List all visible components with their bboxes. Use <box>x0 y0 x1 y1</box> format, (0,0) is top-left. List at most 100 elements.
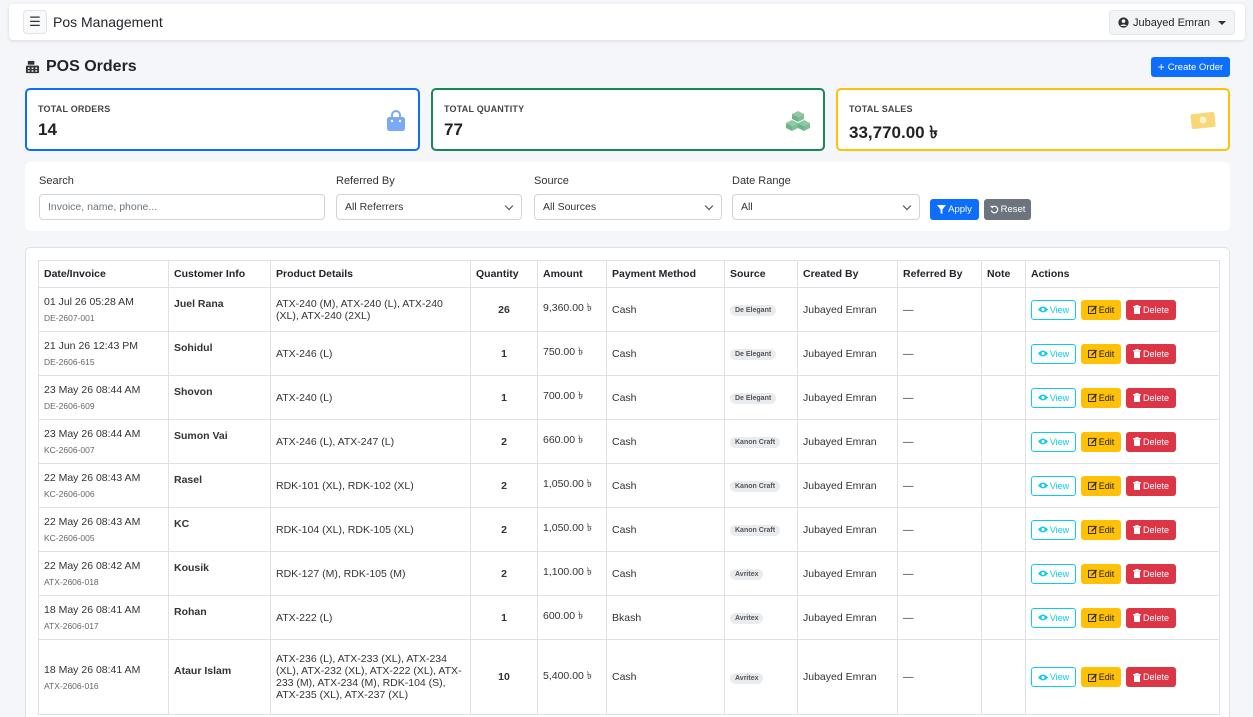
edit-icon <box>1087 613 1097 622</box>
create-order-button[interactable]: + Create Order <box>1151 57 1230 77</box>
delete-button[interactable]: Delete <box>1126 607 1176 628</box>
amount: 660.00 ৳ <box>537 419 607 464</box>
delete-button[interactable]: Delete <box>1126 431 1176 452</box>
delete-button[interactable]: Delete <box>1126 343 1176 364</box>
created-by: Jubayed Emran <box>797 331 898 376</box>
delete-button[interactable]: Delete <box>1126 667 1176 687</box>
order-date: 18 May 26 08:41 AM <box>44 604 141 616</box>
product-details: ATX-246 (L), ATX-247 (L) <box>270 419 471 464</box>
col-amount[interactable]: Amount <box>537 260 607 288</box>
edit-button[interactable]: Edit <box>1081 667 1121 687</box>
edit-button[interactable]: Edit <box>1081 475 1121 496</box>
apply-button[interactable]: Apply <box>930 199 979 220</box>
view-button[interactable]: View <box>1031 519 1076 540</box>
payment-method: Cash <box>606 419 725 464</box>
col-actions: Actions <box>1025 260 1220 288</box>
col-product-details[interactable]: Product Details <box>270 260 471 288</box>
col-source[interactable]: Source <box>724 260 798 288</box>
edit-button[interactable]: Edit <box>1081 607 1121 628</box>
view-button[interactable]: View <box>1031 343 1076 364</box>
edit-button[interactable]: Edit <box>1081 563 1121 584</box>
view-button[interactable]: View <box>1031 299 1076 320</box>
date-range-label: Date Range <box>732 175 791 187</box>
edit-button[interactable]: Edit <box>1081 299 1121 320</box>
eye-icon <box>1037 526 1048 533</box>
delete-button[interactable]: Delete <box>1126 387 1176 408</box>
plus-icon: + <box>1157 60 1165 74</box>
caret-down-icon <box>1218 20 1226 25</box>
search-input[interactable]: Invoice, name, phone... <box>39 194 325 220</box>
edit-label: Edit <box>1098 568 1115 579</box>
amount: 1,050.00 ৳ <box>537 463 607 508</box>
edit-button[interactable]: Edit <box>1081 387 1121 408</box>
chevron-down-icon <box>504 201 514 211</box>
date-invoice-cell: 22 May 26 08:43 AM KC-2606-005 <box>38 507 169 552</box>
view-label: View <box>1049 480 1070 491</box>
source-badge: De Elegant <box>730 393 777 404</box>
view-button[interactable]: View <box>1031 475 1076 496</box>
user-dropdown[interactable]: Jubayed Emran <box>1108 10 1235 35</box>
view-button[interactable]: View <box>1031 667 1076 687</box>
table-row: 23 May 26 08:44 AM KC-2606-007 Sumon Vai AT… <box>38 419 1220 464</box>
referred-by: — <box>897 507 982 552</box>
date-invoice-cell: 21 Jun 26 12:43 PM DE-2606-615 <box>38 331 169 376</box>
view-label: View <box>1049 568 1070 579</box>
invoice-number: ATX-2606-018 <box>44 577 99 587</box>
source-select[interactable]: All Sources <box>534 194 722 220</box>
invoice-number: KC-2606-007 <box>44 445 95 455</box>
delete-button[interactable]: Delete <box>1126 475 1176 496</box>
date-range-select[interactable]: All <box>732 194 920 220</box>
note <box>981 419 1026 464</box>
view-button[interactable]: View <box>1031 607 1076 628</box>
delete-button[interactable]: Delete <box>1126 519 1176 540</box>
product-details: ATX-246 (L) <box>270 331 471 376</box>
col-customer-info[interactable]: Customer Info <box>168 260 271 288</box>
referred-by-value: All Referrers <box>345 201 404 213</box>
product-details: ATX-240 (M), ATX-240 (L), ATX-240 (XL), … <box>270 287 471 332</box>
col-date-invoice[interactable]: Date/Invoice <box>38 260 169 288</box>
col-created-by[interactable]: Created By <box>797 260 898 288</box>
apply-label: Apply <box>948 204 972 215</box>
eye-icon <box>1037 614 1048 621</box>
edit-button[interactable]: Edit <box>1081 431 1121 452</box>
delete-label: Delete <box>1142 436 1169 447</box>
delete-label: Delete <box>1142 524 1169 535</box>
customer-name: Ataur Islam <box>174 665 232 677</box>
quantity: 26 <box>470 287 538 332</box>
view-button[interactable]: View <box>1031 431 1076 452</box>
total-sales-card: TOTAL SALES 33,770.00 ৳ <box>836 88 1230 151</box>
edit-label: Edit <box>1098 436 1115 447</box>
total-quantity-label: TOTAL QUANTITY <box>444 104 525 114</box>
eye-icon <box>1037 394 1048 401</box>
edit-icon <box>1087 481 1097 490</box>
view-button[interactable]: View <box>1031 387 1076 408</box>
quantity: 1 <box>470 375 538 420</box>
view-button[interactable]: View <box>1031 563 1076 584</box>
top-navbar: ☰ Pos Management Jubayed Emran <box>9 4 1245 40</box>
col-note[interactable]: Note <box>981 260 1026 288</box>
edit-icon <box>1087 305 1097 314</box>
note <box>981 595 1026 640</box>
col-quantity[interactable]: Quantity <box>470 260 538 288</box>
hamburger-menu-icon[interactable]: ☰ <box>23 10 47 34</box>
col-payment-method[interactable]: Payment Method <box>606 260 725 288</box>
eye-icon <box>1037 570 1048 577</box>
customer-name: Shovon <box>174 385 213 398</box>
order-date: 18 May 26 08:41 AM <box>44 663 141 676</box>
delete-button[interactable]: Delete <box>1126 299 1176 320</box>
referred-by-select[interactable]: All Referrers <box>336 194 522 220</box>
edit-button[interactable]: Edit <box>1081 519 1121 540</box>
edit-icon <box>1087 673 1097 682</box>
actions-cell: View Edit Delete <box>1025 551 1220 596</box>
actions-cell: View Edit Delete <box>1025 639 1220 715</box>
customer-cell: Ataur Islam <box>168 639 271 715</box>
source-value: All Sources <box>543 201 597 213</box>
col-referred-by[interactable]: Referred By <box>897 260 982 288</box>
delete-button[interactable]: Delete <box>1126 563 1176 584</box>
edit-button[interactable]: Edit <box>1081 343 1121 364</box>
actions-cell: View Edit Delete <box>1025 419 1220 464</box>
reset-button[interactable]: Reset <box>984 199 1031 220</box>
amount: 1,100.00 ৳ <box>537 551 607 596</box>
delete-label: Delete <box>1142 304 1169 315</box>
customer-cell: Shovon <box>168 375 271 420</box>
